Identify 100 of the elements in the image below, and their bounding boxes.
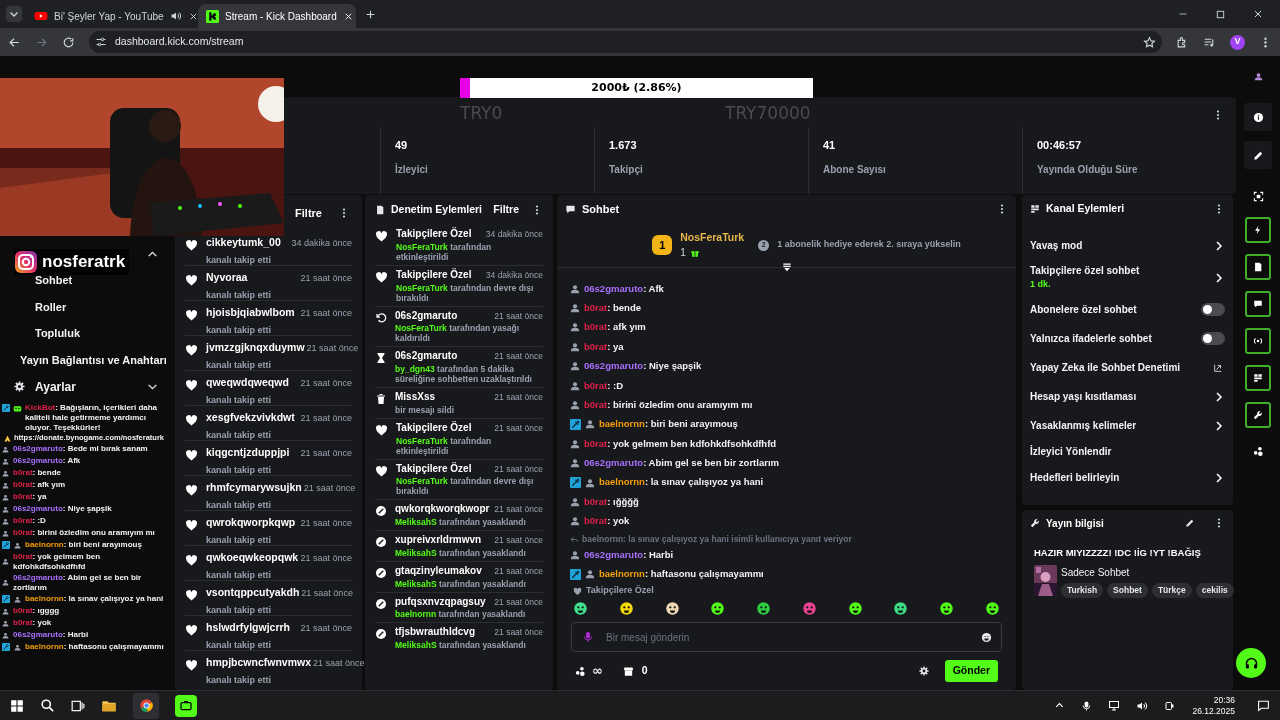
follow-action: kanalı takip etti xyxy=(206,323,273,337)
moderation-target[interactable]: pufqsxnvzqpagsuy xyxy=(395,595,486,608)
tag[interactable]: cekilis xyxy=(1195,583,1234,599)
timestamp: 21 saat önce xyxy=(300,552,352,565)
filter-button[interactable]: Filtre xyxy=(493,202,519,218)
moderation-description: NosFeraTurk tarafından etkinleştirildi xyxy=(396,435,493,456)
timestamp: 21 saat önce xyxy=(494,534,543,547)
moderation-target[interactable]: Takipçilere Özel xyxy=(396,462,472,475)
follow-action: kanalı takip etti xyxy=(206,428,273,442)
stat-label: İzleyici xyxy=(395,162,429,177)
stat-label: Yayında Olduğu Süre xyxy=(1037,162,1139,177)
follower-name[interactable]: rhmfcymarywsujkn xyxy=(206,480,302,496)
action-label[interactable]: İzleyici Yönlendir xyxy=(1030,444,1225,459)
follower-name[interactable]: Nyvoraa xyxy=(206,270,248,286)
browser-tab[interactable]: Bi' Şeyler Yap - YouTube xyxy=(26,4,194,28)
follower-name[interactable]: hjoisbjqiabwlbom xyxy=(206,305,295,321)
moderation-target[interactable]: 06s2gmaruto xyxy=(395,350,458,363)
follower-name[interactable]: cikkeytumk_00 xyxy=(206,235,281,251)
tag[interactable]: Turkish xyxy=(1061,583,1104,599)
stat-value: 41 xyxy=(823,138,837,153)
sidebar-item[interactable]: Roller xyxy=(35,298,67,315)
moderation-target[interactable]: xupreivxrldrmwvn xyxy=(395,534,482,546)
action-label[interactable]: Yasaklanmış kelimeler xyxy=(1030,418,1209,433)
moderation-description: NosFeraTurk tarafından devre dışı bırakıldı xyxy=(396,476,535,497)
chat-message: b0rat: yok gelmem ben kdfohkdfsohkdfhfd xyxy=(584,436,777,451)
chat-message: b0rat: ığğğğ xyxy=(584,494,639,509)
browser-tab[interactable]: Stream - Kick Dashboard xyxy=(198,4,356,28)
timestamp: 21 saat önce xyxy=(300,447,352,460)
follower-name[interactable]: qwkoeqwkeopqwk xyxy=(206,550,299,566)
chat-message: b0rat: birini özledim onu aramıyım mı xyxy=(584,397,753,412)
action-label[interactable]: Yapay Zeka ile Sohbet Denetimi xyxy=(1030,360,1209,375)
sidebar-item[interactable]: Ayarlar xyxy=(35,377,136,396)
action-label[interactable]: Yalnızca ifadelerle sohbet xyxy=(1030,331,1197,346)
sidebar-item[interactable]: Yayın Bağlantısı ve Anahtarı xyxy=(20,351,167,368)
action-label[interactable]: Yavaş mod xyxy=(1030,238,1209,253)
chat-message: b0rat: ya xyxy=(584,339,624,354)
moderation-target[interactable]: Takipçilere Özel xyxy=(396,268,472,281)
chat-message: 06s2gmaruto: Afk xyxy=(13,456,81,466)
chat-message: baelnornn: haftasonu çalışmayammı xyxy=(25,642,164,652)
moderation-target[interactable]: tfjsbwrauthldcvg xyxy=(395,626,475,639)
send-button[interactable]: Gönder xyxy=(944,660,998,682)
tag[interactable]: Sohbet xyxy=(1107,583,1148,599)
follower-name[interactable]: jvmzzgjknqxduymw xyxy=(206,340,305,356)
follower-name[interactable]: hmpjbcwncfwnvmwx xyxy=(206,655,311,671)
moderation-description: NosFeraTurk tarafından yasağı kaldırıldı xyxy=(395,323,521,344)
follow-action: kanalı takip etti xyxy=(206,603,273,617)
chat-message: baelnornn: biri beni arayımouş xyxy=(25,540,142,550)
follower-name[interactable]: qwrokqworpkqwp xyxy=(206,515,296,531)
stream-title: HAZIR MIYIZZZZ! !DC !İG !YT !BAĞIŞ xyxy=(1033,546,1202,560)
timestamp: 21 saat önce xyxy=(494,626,543,639)
moderation-description: MeliksahS tarafından yasaklandı xyxy=(395,547,527,558)
timestamp: 21 saat önce xyxy=(301,587,353,600)
timestamp: 21 saat önce xyxy=(494,421,543,435)
timestamp: 21 saat önce xyxy=(306,342,359,355)
follower-name[interactable]: xesgfvekzvivkdwt xyxy=(206,410,295,426)
tag[interactable]: Türkçe xyxy=(1151,583,1192,599)
stat-label: Abone Sayısı xyxy=(823,162,887,177)
chat-mode-label: Takipçilere Özel xyxy=(586,584,654,598)
follower-name[interactable]: qweqwdqweqwd xyxy=(206,375,289,391)
moderation-target[interactable]: qwkorqkworqkwopr xyxy=(395,503,490,516)
moderation-description: bir mesajı sildi xyxy=(395,404,456,415)
timestamp: 21 saat önce xyxy=(494,462,543,476)
tab-title: Stream - Kick Dashboard xyxy=(225,9,337,24)
rank-badge: 1 xyxy=(652,235,673,255)
chat-message: 06s2gmaruto: Bede mi bırak sanam xyxy=(13,444,148,454)
follow-action: kanalı takip etti xyxy=(206,673,273,687)
category-name[interactable]: Sadece Sohbet xyxy=(1061,565,1225,581)
timestamp: 21 saat önce xyxy=(300,272,352,285)
sidebar-item[interactable]: Sohbet xyxy=(35,272,73,289)
chat-message: 06s2gmaruto: Abim gel se ben bir zortlarım xyxy=(584,456,779,471)
moderation-target[interactable]: Takipçilere Özel xyxy=(396,421,472,434)
chat-message: b0rat: :D xyxy=(584,378,624,393)
action-label[interactable]: Hedefleri belirleyin xyxy=(1030,470,1209,485)
leaderboard-hint: 1 abonelik hediye ederek 2. sıraya yükselin xyxy=(777,238,961,252)
profile-avatar[interactable]: V xyxy=(1230,34,1245,50)
leader-name[interactable]: NosFeraTurk xyxy=(680,229,745,246)
moderation-target[interactable]: 06s2gmaruto xyxy=(395,309,458,322)
tab-title: Bi' Şeyler Yap - YouTube xyxy=(54,9,164,24)
follow-action: kanalı takip etti xyxy=(206,288,273,302)
sidebar-item[interactable]: Topluluk xyxy=(35,325,80,342)
moderation-target[interactable]: gtaqzinyleumakov xyxy=(395,564,482,577)
address-bar[interactable]: dashboard.kick.com/stream xyxy=(89,31,1162,53)
action-label[interactable]: Abonelere özel sohbet xyxy=(1030,302,1197,317)
follower-name[interactable]: vsontqppcutyakdh xyxy=(206,585,300,601)
chat-message: b0rat: yok gelmem ben kdfohkdfsohkdfhfd xyxy=(13,551,102,572)
timestamp: 34 dakika önce xyxy=(485,268,543,282)
action-label[interactable]: Hesap yaşı kısıtlaması xyxy=(1030,389,1209,404)
clock-time[interactable]: 20:36 xyxy=(1213,694,1235,706)
filter-button[interactable]: Filtre xyxy=(295,204,322,222)
message-input[interactable]: Bir mesaj gönderin xyxy=(571,622,1002,652)
moderation-target[interactable]: MissXss xyxy=(395,391,436,403)
follower-name[interactable]: hslwdrfylgwjcrrh xyxy=(206,620,290,636)
chat-message: b0rat: afk yım xyxy=(584,320,646,335)
follower-name[interactable]: kiqgcntjzduppjpi xyxy=(206,445,290,461)
moderation-target[interactable]: Takipçilere Özel xyxy=(396,228,472,240)
clock-date[interactable]: 26.12.2025 xyxy=(1192,705,1235,717)
chat-message: 06s2gmaruto: Harbi xyxy=(584,547,674,562)
panel-title: Denetim Eylemleri xyxy=(391,202,484,218)
stat-label: Takipçi xyxy=(609,162,644,177)
action-label[interactable]: Takipçilere özel sohbet xyxy=(1030,263,1209,279)
